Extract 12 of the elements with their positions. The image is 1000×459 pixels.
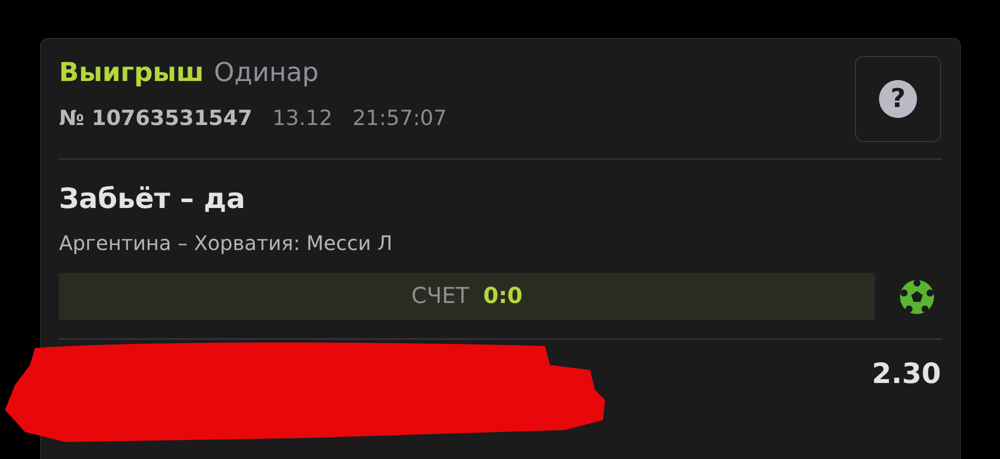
bet-number: № 10763531547 xyxy=(59,105,252,132)
help-button[interactable]: ? xyxy=(855,56,941,142)
selection-title: Забьёт – да xyxy=(58,181,246,217)
bet-status: Выигрыш xyxy=(59,57,204,90)
odds-value: 2.30 xyxy=(872,356,941,392)
score-label: СЧЕТ xyxy=(411,283,470,311)
football-icon xyxy=(899,278,935,314)
score-value: 0:0 xyxy=(483,283,523,311)
bet-type: Одинар xyxy=(214,57,319,90)
bet-date: 13.12 xyxy=(272,105,332,132)
event-name: Аргентина – Хорватия: Месси Л xyxy=(58,230,394,257)
bet-time: 21:57:07 xyxy=(352,105,447,132)
